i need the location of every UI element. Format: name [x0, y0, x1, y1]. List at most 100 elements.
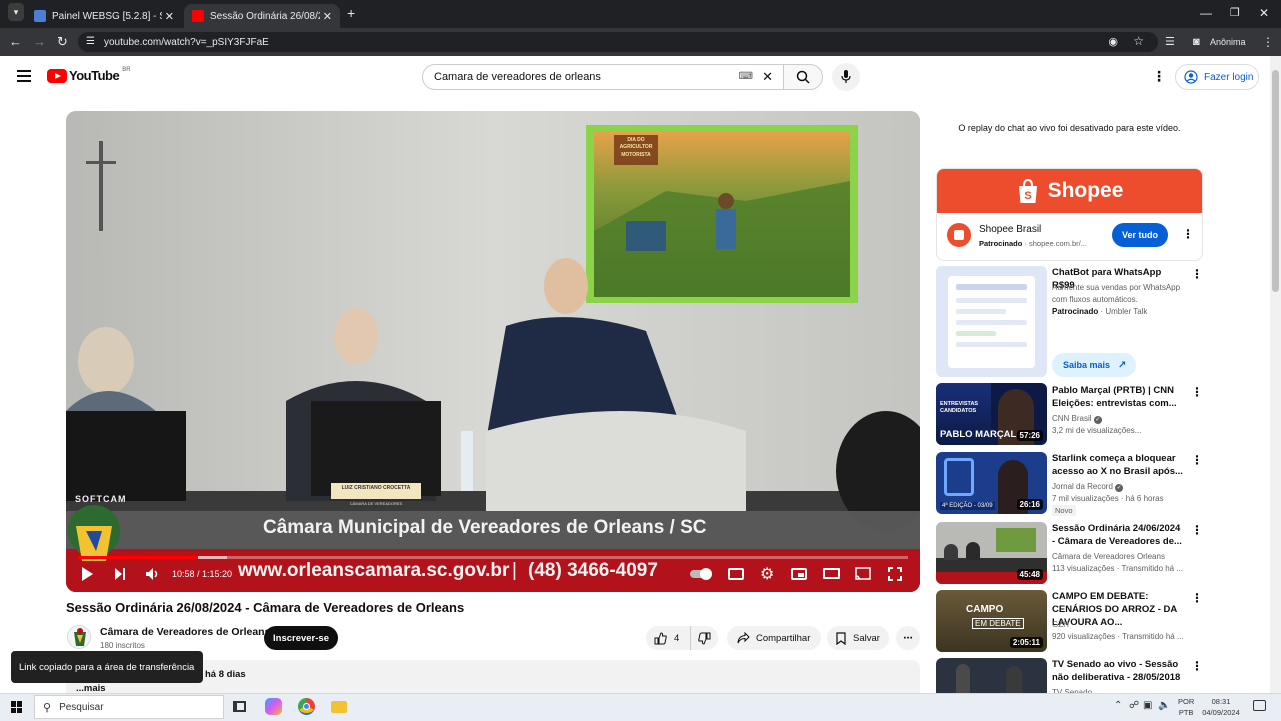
restore-icon[interactable]: ❐: [1230, 3, 1240, 23]
page-scrollbar-thumb[interactable]: [1272, 70, 1279, 292]
settings-kebab-icon[interactable]: ⋮: [1152, 68, 1166, 85]
ad-sponsored-row: Patrocinado · shopee.com.br/...: [979, 239, 1087, 248]
tab-search-icon[interactable]: ▾: [8, 3, 24, 21]
dislike-button[interactable]: [690, 626, 718, 650]
lang-code: POR: [1178, 697, 1195, 706]
tray-monitor-icon[interactable]: ▣: [1143, 700, 1152, 711]
copilot-icon[interactable]: [265, 698, 282, 715]
rec-thumbnail-cnn[interactable]: ENTREVISTAS CANDIDATOS PABLO MARÇAL 57:2…: [936, 383, 1047, 445]
incognito-icon[interactable]: ◙: [1193, 32, 1200, 52]
settings-gear-icon[interactable]: ⚙: [760, 564, 774, 584]
tray-chevron-icon[interactable]: ⌃: [1114, 700, 1122, 711]
rec-title[interactable]: Starlink começa a bloquear acesso ao X n…: [1052, 452, 1186, 478]
back-icon[interactable]: ←: [9, 32, 22, 52]
saiba-mais-button[interactable]: Saiba mais ↗: [1052, 353, 1136, 377]
volume-button[interactable]: [145, 567, 161, 586]
rec-title[interactable]: CAMPO EM DEBATE: CENÁRIOS DO ARROZ - DA …: [1052, 590, 1186, 629]
site-info-icon[interactable]: ☰: [86, 36, 95, 47]
clock-time: 08:31: [1211, 697, 1231, 706]
browser-menu-icon[interactable]: ⋮: [1262, 32, 1274, 52]
play-button[interactable]: [82, 567, 93, 581]
eye-off-icon[interactable]: ◉: [1108, 35, 1118, 48]
share-button[interactable]: Compartilhar: [727, 626, 821, 650]
ad2-thumbnail[interactable]: [936, 266, 1047, 377]
miniplayer-icon[interactable]: [791, 568, 807, 580]
close-tab-icon[interactable]: ✕: [323, 10, 332, 23]
taskbar-search-input[interactable]: ⚲ Pesquisar: [34, 695, 224, 719]
shopee-banner[interactable]: S Shopee: [937, 169, 1202, 213]
ad-name: Shopee Brasil: [979, 224, 1042, 235]
rec-channel-name[interactable]: Jornal da Record: [1052, 482, 1113, 491]
autoplay-toggle[interactable]: [690, 568, 712, 580]
hamburger-menu-icon[interactable]: [17, 70, 31, 82]
close-window-icon[interactable]: ✕: [1259, 3, 1269, 23]
media-control-icon[interactable]: ☰: [1165, 32, 1175, 52]
ad-menu-icon[interactable]: ⋮: [1182, 227, 1194, 241]
fullscreen-icon[interactable]: [888, 567, 902, 586]
more-actions-button[interactable]: ⋯: [896, 626, 920, 650]
voice-search-button[interactable]: [832, 63, 860, 91]
youtube-logo[interactable]: YouTube BR: [47, 67, 131, 83]
forward-icon[interactable]: →: [33, 32, 46, 52]
bookmark-star-icon[interactable]: ☆: [1133, 34, 1144, 48]
tray-volume-icon[interactable]: 🔈: [1158, 700, 1170, 711]
rec-menu-icon[interactable]: ⋮: [1191, 523, 1203, 537]
clear-search-icon[interactable]: ✕: [762, 69, 773, 85]
tab-websg[interactable]: Painel WEBSG [5.2.8] - Sistema ✕: [26, 4, 182, 28]
ver-tudo-button[interactable]: Ver tudo: [1112, 223, 1168, 247]
softcam-watermark: SOFTCAM: [75, 494, 127, 504]
address-bar[interactable]: ☰ youtube.com/watch?v=_pSIY3FJFaE ◉ ☆: [78, 32, 1158, 52]
rec-thumbnail-senado[interactable]: [936, 658, 1047, 693]
rec-channel: Jornal da Record ✓: [1052, 481, 1124, 493]
cast-icon[interactable]: [855, 567, 871, 586]
rec-channel-name[interactable]: Câmara de Vereadores Orleans: [1052, 551, 1165, 563]
rec-thumbnail-sessao[interactable]: 45:48: [936, 522, 1047, 584]
windows-start-icon[interactable]: [11, 701, 23, 713]
next-button[interactable]: [114, 567, 126, 586]
profile-label[interactable]: Anônima: [1210, 32, 1246, 52]
progress-bar-track[interactable]: [78, 556, 908, 559]
minimize-icon[interactable]: —: [1200, 3, 1212, 23]
keyboard-icon[interactable]: ⌨: [739, 71, 753, 82]
youtube-play-logo-icon: [47, 68, 67, 83]
close-tab-icon[interactable]: ✕: [165, 10, 174, 23]
ad2-advertiser: Umbler Talk: [1105, 307, 1148, 316]
rec-channel-name[interactable]: CNN Brasil: [1052, 414, 1092, 423]
rec-title[interactable]: Sessão Ordinária 24/06/2024 - Câmara de …: [1052, 522, 1186, 548]
channel-avatar[interactable]: [67, 625, 91, 649]
screen-text-1: DIA DO: [627, 137, 645, 143]
search-input[interactable]: Camara de vereadores de orleans ⌨ ✕: [422, 64, 784, 90]
notification-icon[interactable]: [1253, 700, 1266, 711]
tab-youtube[interactable]: Sessão Ordinária 26/08/2024 - ✕: [184, 4, 340, 28]
task-view-icon[interactable]: [233, 701, 246, 712]
rec-meta: 3,2 mi de visualizações...: [1052, 426, 1142, 435]
video-player[interactable]: SOFTCAM LUIZ CRISTIANO CROCETTA CÂMARA D…: [66, 111, 920, 592]
banner-phone: (48) 3466-4097: [528, 560, 658, 581]
tray-network-icon[interactable]: ☍: [1129, 700, 1139, 711]
subtitles-icon[interactable]: [728, 568, 744, 580]
theater-mode-icon[interactable]: [823, 568, 840, 579]
new-tab-icon[interactable]: +: [347, 3, 355, 23]
login-button[interactable]: Fazer login: [1175, 64, 1259, 90]
rec-menu-icon[interactable]: ⋮: [1191, 659, 1203, 673]
rec-title[interactable]: TV Senado ao vivo - Sessão não deliberat…: [1052, 658, 1186, 684]
file-explorer-icon[interactable]: [331, 701, 347, 713]
like-button[interactable]: 4: [646, 626, 690, 650]
search-button[interactable]: [783, 64, 823, 90]
rec-thumbnail-record[interactable]: 4ª EDIÇÃO - 03/09 26:16: [936, 452, 1047, 514]
tray-language[interactable]: POR PTB: [1178, 696, 1194, 718]
rec-menu-icon[interactable]: ⋮: [1191, 591, 1203, 605]
shopee-ad-card[interactable]: S Shopee Shopee Brasil Patrocinado · sho…: [936, 168, 1203, 261]
rec-title[interactable]: Pablo Marçal (PRTB) | CNN Eleições: entr…: [1052, 384, 1186, 410]
reload-icon[interactable]: ↻: [57, 32, 68, 52]
tray-clock[interactable]: 08:31 04/09/2024: [1200, 696, 1242, 718]
rec-menu-icon[interactable]: ⋮: [1191, 453, 1203, 467]
rec-thumbnail-campo[interactable]: CAMPO EM DEBATE 2:05:11: [936, 590, 1047, 652]
chrome-icon[interactable]: [298, 698, 315, 715]
rec-menu-icon[interactable]: ⋮: [1191, 385, 1203, 399]
subscribe-button[interactable]: Inscrever-se: [264, 626, 338, 650]
save-button[interactable]: Salvar: [827, 626, 889, 650]
channel-name[interactable]: Câmara de Vereadores de Orleans: [100, 626, 270, 638]
ad2-menu-icon[interactable]: ⋮: [1191, 267, 1203, 281]
rec-channel-name[interactable]: GZH: [1052, 619, 1069, 631]
